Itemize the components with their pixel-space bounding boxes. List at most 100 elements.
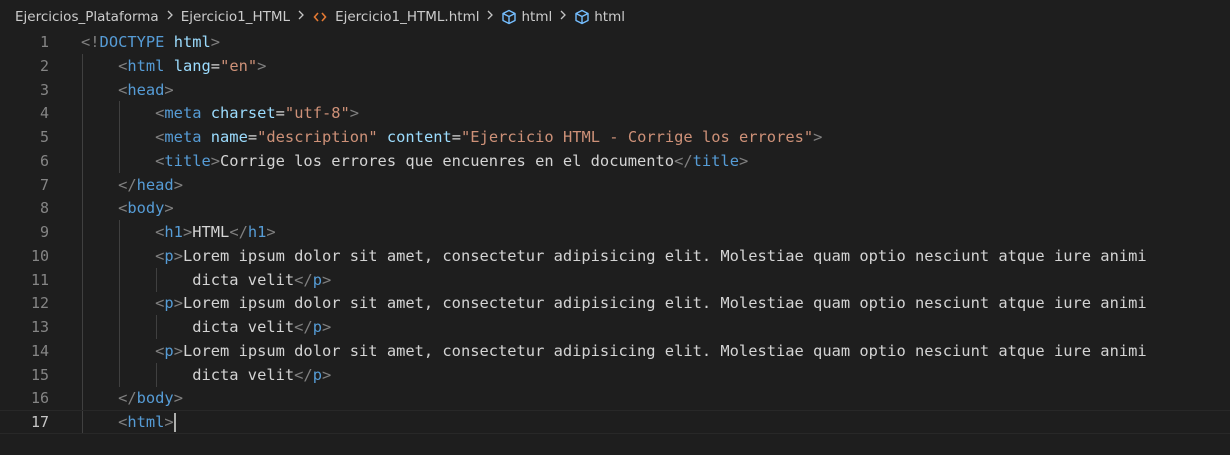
code-token: p: [164, 341, 174, 360]
indent-guide: [119, 338, 121, 363]
code-token: dicta velit: [192, 318, 295, 336]
code-token: <: [155, 151, 165, 170]
breadcrumb-item[interactable]: Ejercicio1_HTML.html: [312, 9, 479, 25]
breadcrumb-label: Ejercicios_Plataforma: [15, 9, 159, 25]
line-number: 2: [39, 56, 49, 75]
code-line[interactable]: 5 <meta name="description" content="Ejerc…: [0, 125, 1230, 149]
indent-guide: [119, 291, 121, 316]
code-line[interactable]: 12 <p>Lorem ipsum dolor sit amet, consect…: [0, 291, 1230, 316]
code-token: =: [275, 104, 285, 123]
line-number: 11: [30, 270, 49, 289]
code-token: p: [164, 294, 174, 313]
indent-guide: [156, 315, 158, 339]
line-number: 7: [39, 175, 49, 194]
code-line[interactable]: 9 <h1>HTML</h1>: [0, 220, 1230, 244]
code-token: body: [136, 389, 174, 408]
indent-guide: [82, 101, 83, 126]
line-number: 15: [30, 365, 49, 384]
code-text: <body>: [118, 196, 174, 220]
code-text: <meta name="description" content="Ejerci…: [155, 125, 822, 149]
code-token: p: [164, 246, 174, 265]
code-token: Lorem ipsum dolor sit amet, consectetur …: [182, 341, 1147, 360]
line-number: 16: [30, 389, 49, 408]
code-editor-window: Ejercicios_Plataforma Ejercicio1_HTML Ejer…: [0, 0, 1230, 455]
chevron-right-icon: [555, 9, 571, 25]
chevron-right-icon: [482, 9, 498, 25]
code-token: <: [155, 223, 165, 241]
indent-guide: [82, 53, 83, 78]
breadcrumb-item[interactable]: Ejercicios_Plataforma: [15, 9, 159, 25]
code-token: body: [127, 199, 165, 218]
code-token: </: [118, 389, 137, 408]
indent-guide: [156, 267, 158, 292]
code-line[interactable]: 10 <p>Lorem ipsum dolor sit amet, consect…: [0, 243, 1230, 268]
code-line[interactable]: 17 <html>: [0, 410, 1230, 434]
code-token: >: [173, 389, 183, 408]
indent-guide: [82, 77, 83, 102]
code-token: >: [738, 151, 749, 170]
code-token: <: [118, 80, 128, 99]
code-token: dicta velit: [192, 365, 295, 384]
code-line[interactable]: 1 <!DOCTYPE html>: [0, 30, 1230, 54]
code-token: =: [247, 128, 258, 146]
indent-guide: [82, 362, 83, 387]
indent-guide: [82, 386, 83, 411]
code-token: >: [164, 413, 174, 431]
code-token: content: [386, 128, 452, 146]
element-cube-icon: [574, 9, 590, 25]
code-token: h1: [247, 223, 267, 241]
code-token: >: [164, 80, 174, 99]
code-line[interactable]: 11 dicta velit</p>: [0, 267, 1230, 292]
code-token: meta: [164, 128, 202, 146]
code-token: <: [155, 104, 165, 123]
line-number: 1: [39, 33, 49, 51]
code-token: dicta velit: [192, 270, 295, 289]
code-line[interactable]: 14 <p>Lorem ipsum dolor sit amet, consect…: [0, 338, 1230, 363]
code-text: dicta velit</p>: [192, 315, 331, 339]
code-token: html: [173, 33, 211, 51]
code-line[interactable]: 15 dicta velit</p>: [0, 362, 1230, 387]
html-file-icon: [312, 9, 328, 25]
line-number: 14: [30, 341, 49, 360]
code-text: <!DOCTYPE html>: [81, 30, 220, 54]
code-line[interactable]: 4 <meta charset="utf-8">: [0, 101, 1230, 126]
indent-guide: [82, 148, 83, 173]
code-token: "utf-8": [284, 104, 350, 123]
code-token: Corrige los errores que encuenres en el …: [220, 151, 675, 170]
code-line[interactable]: 16 </body>: [0, 386, 1230, 411]
code-line[interactable]: 2 <html lang="en">: [0, 53, 1230, 78]
code-token: >: [349, 104, 360, 123]
line-number: 5: [39, 128, 49, 146]
indent-guide: [82, 172, 83, 197]
code-editor[interactable]: 1 <!DOCTYPE html> 2 <html lang="en"> 3 <head>…: [0, 30, 1230, 455]
code-line[interactable]: 6 <title>Corrige los errores que encuenre…: [0, 148, 1230, 173]
code-token: name: [210, 128, 248, 146]
code-line[interactable]: 8 <body>: [0, 196, 1230, 221]
code-token: "Ejercicio HTML - Corrige los errores": [461, 128, 814, 146]
code-token: >: [321, 270, 332, 289]
code-token: html: [127, 56, 165, 75]
code-token: >: [210, 33, 221, 51]
breadcrumb-item[interactable]: html: [501, 9, 552, 25]
indent-guide: [82, 338, 83, 363]
code-token: Lorem ipsum dolor sit amet, consectetur …: [182, 294, 1147, 313]
indent-guide: [119, 315, 121, 339]
code-line[interactable]: 7 </head>: [0, 172, 1230, 197]
code-token: <: [118, 413, 128, 431]
code-token: "description": [257, 128, 378, 146]
code-line[interactable]: 3 <head>: [0, 77, 1230, 102]
code-token: "en": [220, 56, 258, 75]
code-token: h1: [164, 223, 183, 241]
code-token: html: [127, 413, 165, 431]
code-line[interactable]: 13 dicta velit</p>: [0, 315, 1230, 339]
code-token: Lorem ipsum dolor sit amet, consectetur …: [182, 246, 1147, 265]
breadcrumb-item[interactable]: Ejercicio1_HTML: [181, 9, 290, 25]
code-token: >: [173, 341, 183, 360]
line-number: 12: [30, 294, 49, 313]
breadcrumb-item[interactable]: html: [574, 9, 625, 25]
line-number: 9: [39, 223, 49, 241]
breadcrumb-label: Ejercicio1_HTML: [180, 9, 291, 25]
code-token: </: [294, 318, 313, 336]
